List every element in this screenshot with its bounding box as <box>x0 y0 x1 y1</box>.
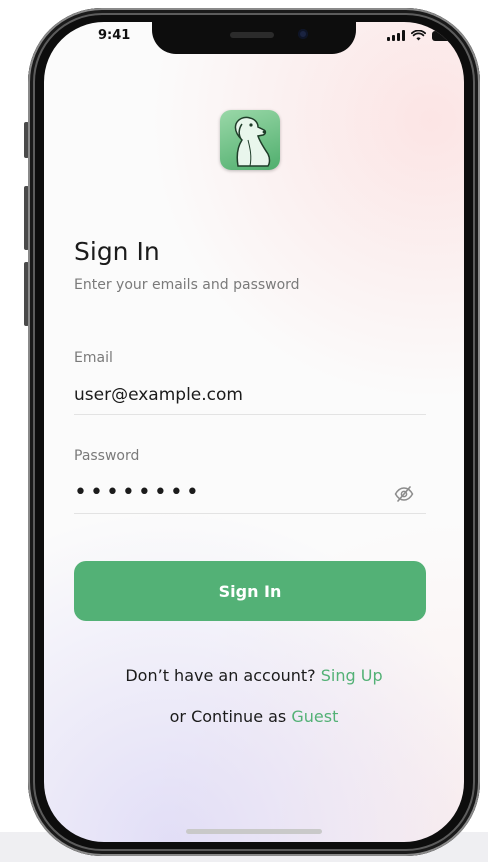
notch <box>152 22 356 54</box>
wifi-icon <box>411 30 426 41</box>
signup-link[interactable]: Sing Up <box>321 666 383 685</box>
phone-screen: 9:41 Sign In Enter your emails and passw <box>44 22 464 842</box>
signup-prompt-text: Don’t have an account? <box>125 666 316 685</box>
cellular-signal-icon <box>387 30 405 41</box>
app-logo <box>220 110 280 170</box>
status-icons <box>387 30 455 41</box>
email-label: Email <box>74 350 113 366</box>
guest-prompt: or Continue as Guest <box>44 707 464 726</box>
email-divider <box>74 414 426 415</box>
sign-in-button[interactable]: Sign In <box>74 561 426 621</box>
battery-icon <box>432 30 455 41</box>
speaker-grille <box>230 32 274 38</box>
home-indicator[interactable] <box>186 829 322 834</box>
page-subtitle: Enter your emails and password <box>74 277 300 293</box>
front-camera <box>298 29 308 39</box>
guest-link[interactable]: Guest <box>291 707 338 726</box>
dog-icon <box>234 116 271 167</box>
password-divider <box>74 513 426 514</box>
password-field[interactable] <box>74 479 404 505</box>
eye-slash-icon[interactable] <box>394 486 414 502</box>
status-time: 9:41 <box>98 28 131 43</box>
password-label: Password <box>74 448 140 464</box>
guest-prompt-text: or Continue as <box>169 707 287 726</box>
page-title: Sign In <box>74 237 160 266</box>
email-field[interactable] <box>74 382 404 408</box>
signup-prompt: Don’t have an account? Sing Up <box>44 666 464 685</box>
phone-frame: 9:41 Sign In Enter your emails and passw <box>28 8 480 856</box>
